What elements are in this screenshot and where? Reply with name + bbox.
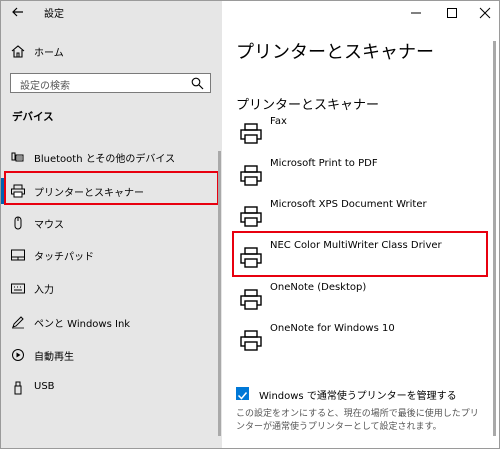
autoplay-icon	[12, 349, 24, 361]
sidebar: 設定 ホーム 設定の検索 デバイス Bluetooth とその他のデバイス プリ…	[1, 1, 222, 448]
printer-icon	[240, 289, 262, 310]
bluetooth-devices-icon	[11, 152, 24, 162]
printer-name: Fax	[270, 116, 287, 127]
highlight-box-sidebar	[4, 171, 219, 205]
sidebar-item-label: タッチパッド	[34, 252, 94, 263]
checkmark-icon	[237, 392, 248, 400]
printer-item-onenote-win10[interactable]: OneNote for Windows 10	[234, 323, 492, 360]
printer-icon	[240, 206, 262, 227]
sidebar-item-label: 自動再生	[34, 352, 74, 363]
sidebar-item-touchpad[interactable]: タッチパッド	[1, 242, 220, 268]
home-icon	[11, 45, 25, 58]
home-label: ホーム	[34, 48, 64, 59]
mouse-icon	[14, 216, 22, 230]
printer-item-onenote-desktop[interactable]: OneNote (Desktop)	[234, 282, 492, 319]
search-placeholder: 設定の検索	[20, 81, 70, 92]
main-content: プリンターとスキャナー プリンターとスキャナー Fax Microsoft Pr…	[222, 1, 499, 448]
printer-item-pdf[interactable]: Microsoft Print to PDF	[234, 158, 492, 195]
sidebar-item-usb[interactable]: USB	[1, 375, 220, 401]
page-title: プリンターとスキャナー	[236, 42, 434, 63]
printer-name: Microsoft Print to PDF	[270, 158, 378, 169]
printer-name: Microsoft XPS Document Writer	[270, 199, 427, 210]
usb-icon	[14, 381, 22, 395]
sidebar-item-bluetooth[interactable]: Bluetooth とその他のデバイス	[1, 144, 220, 170]
sidebar-item-label: 入力	[34, 285, 54, 296]
section-title: デバイス	[12, 111, 54, 123]
pen-icon	[12, 316, 24, 329]
default-printer-label: Windows で通常使うプリンターを管理する	[259, 391, 457, 402]
section-subtitle: プリンターとスキャナー	[236, 98, 380, 113]
printer-item-fax[interactable]: Fax	[234, 116, 492, 153]
sidebar-item-label: Bluetooth とその他のデバイス	[34, 154, 176, 165]
touchpad-icon	[11, 249, 25, 261]
printer-icon	[240, 165, 262, 186]
sidebar-item-pen[interactable]: ペンと Windows Ink	[1, 309, 220, 335]
sidebar-item-label: ペンと Windows Ink	[34, 319, 131, 330]
printer-name: OneNote for Windows 10	[270, 323, 395, 334]
back-arrow-icon[interactable]	[11, 5, 25, 19]
sidebar-item-mouse[interactable]: マウス	[1, 210, 220, 236]
default-printer-description: この設定をオンにすると、現在の場所で最後に使用したプリンターが通常使うプリンター…	[236, 409, 479, 432]
sidebar-item-input[interactable]: 入力	[1, 275, 220, 301]
search-input[interactable]: 設定の検索	[10, 73, 211, 93]
printer-name: OneNote (Desktop)	[270, 282, 367, 293]
main-scrollbar[interactable]	[493, 41, 496, 436]
sidebar-item-autoplay[interactable]: 自動再生	[1, 342, 220, 368]
close-icon[interactable]	[463, 3, 500, 23]
sidebar-item-home[interactable]: ホーム	[1, 38, 220, 64]
settings-window: 設定 ホーム 設定の検索 デバイス Bluetooth とその他のデバイス プリ…	[0, 0, 500, 449]
window-title: 設定	[44, 9, 64, 20]
printer-icon	[240, 330, 262, 351]
default-printer-checkbox[interactable]	[236, 387, 249, 400]
sidebar-item-label: USB	[34, 381, 55, 392]
keyboard-icon	[11, 283, 25, 294]
highlight-box-printer	[232, 231, 488, 277]
search-icon	[191, 77, 204, 90]
sidebar-item-label: マウス	[34, 220, 64, 231]
printer-icon	[240, 123, 262, 144]
sidebar-scrollbar[interactable]	[218, 151, 221, 436]
